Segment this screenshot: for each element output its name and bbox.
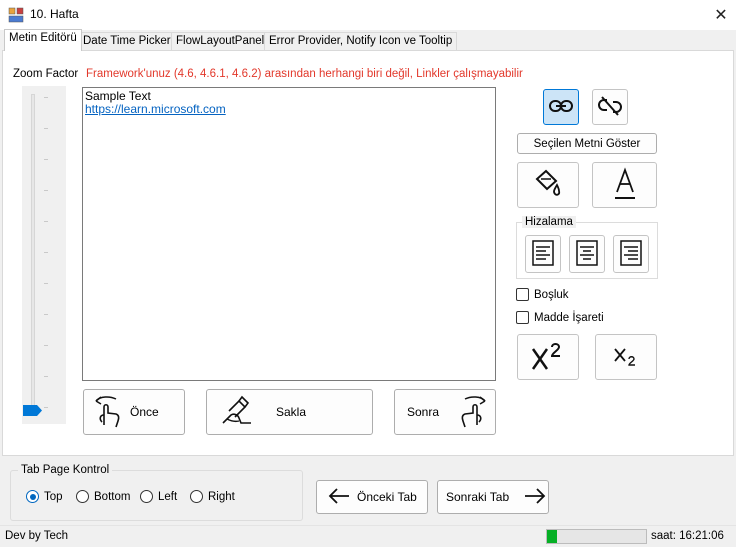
- tab-date-time-picker[interactable]: Date Time Picker: [78, 32, 176, 50]
- redo-button[interactable]: Sonra: [394, 389, 496, 435]
- framework-warning: Framework'unuz (4.6, 4.6.1, 4.6.2) arası…: [86, 68, 523, 80]
- align-left-icon: [531, 239, 555, 270]
- swipe-left-hand-icon: [92, 393, 124, 432]
- unlink-icon: [597, 95, 623, 120]
- paint-bucket-icon: [531, 167, 565, 204]
- font-color-button[interactable]: [592, 162, 657, 208]
- radio-right-label: Right: [208, 490, 235, 503]
- next-tab-label: Sonraki Tab: [446, 490, 510, 504]
- background-color-button[interactable]: [517, 162, 579, 208]
- spacing-label: Boşluk: [534, 288, 569, 301]
- radio-top-indicator[interactable]: [26, 490, 39, 503]
- radio-left-label: Left: [158, 490, 178, 503]
- arrow-right-icon: [523, 487, 547, 508]
- zoom-factor-label: Zoom Factor: [13, 68, 79, 80]
- link-icon: [548, 98, 574, 117]
- status-progress-bar: [546, 529, 647, 544]
- tab-error-provider[interactable]: Error Provider, Notify Icon ve Tooltip: [264, 32, 458, 50]
- slider-tick: [44, 376, 48, 377]
- align-center-icon: [575, 239, 599, 270]
- slider-tick: [44, 190, 48, 191]
- slider-tick: [44, 314, 48, 315]
- redo-label: Sonra: [407, 405, 440, 419]
- radio-right[interactable]: Right: [190, 490, 235, 503]
- radio-left[interactable]: Left: [140, 490, 177, 503]
- radio-right-indicator[interactable]: [190, 490, 203, 503]
- tab-page-control-title: Tab Page Kontrol: [18, 464, 113, 476]
- radio-left-indicator[interactable]: [140, 490, 153, 503]
- arrow-left-icon: [327, 487, 351, 508]
- close-button[interactable]: ✕: [706, 0, 736, 30]
- tab-label: Error Provider, Notify Icon ve Tooltip: [269, 35, 453, 47]
- sign-hand-icon: [219, 393, 255, 432]
- rich-text-link[interactable]: https://learn.microsoft.com: [85, 103, 493, 116]
- save-button[interactable]: Sakla: [206, 389, 373, 435]
- slider-tick: [44, 128, 48, 129]
- tab-label: Metin Editörü: [9, 32, 77, 44]
- tab-label: FlowLayoutPanel: [176, 35, 265, 47]
- radio-bottom-indicator[interactable]: [76, 490, 89, 503]
- radio-bottom[interactable]: Bottom: [76, 490, 130, 503]
- slider-tick: [44, 252, 48, 253]
- bullet-checkbox[interactable]: [516, 311, 529, 324]
- show-selected-text-label: Seçilen Metni Göster: [533, 137, 641, 150]
- close-icon: ✕: [714, 7, 728, 24]
- slider-tick: [44, 283, 48, 284]
- status-progress-fill: [547, 530, 557, 543]
- spacing-checkbox[interactable]: [516, 288, 529, 301]
- zoom-slider-track[interactable]: [31, 94, 35, 414]
- tab-label: Date Time Picker: [83, 35, 171, 47]
- window-title: 10. Hafta: [30, 7, 79, 21]
- save-label: Sakla: [276, 405, 307, 419]
- slider-tick: [44, 407, 48, 408]
- align-right-button[interactable]: [613, 235, 649, 273]
- bullet-label: Madde İşareti: [534, 311, 604, 324]
- superscript-button[interactable]: [517, 334, 579, 380]
- subscript-button[interactable]: [595, 334, 657, 380]
- radio-top[interactable]: Top: [26, 490, 63, 503]
- zoom-slider-thumb[interactable]: [23, 405, 42, 416]
- align-center-button[interactable]: [569, 235, 605, 273]
- previous-tab-label: Önceki Tab: [357, 490, 417, 504]
- undo-label: Önce: [130, 405, 159, 419]
- status-time: saat: 16:21:06: [651, 530, 724, 542]
- slider-tick: [44, 345, 48, 346]
- title-bar: [0, 0, 736, 30]
- app-icon: [8, 7, 24, 23]
- remove-link-button[interactable]: [592, 89, 628, 125]
- slider-tick: [44, 97, 48, 98]
- superscript-icon: [528, 339, 568, 376]
- spacing-checkbox-row[interactable]: Boşluk: [516, 288, 569, 301]
- next-tab-button[interactable]: Sonraki Tab: [437, 480, 549, 514]
- previous-tab-button[interactable]: Önceki Tab: [316, 480, 428, 514]
- status-left-text: Dev by Tech: [5, 530, 69, 542]
- rich-text-box[interactable]: Sample Text https://learn.microsoft.com: [82, 87, 496, 381]
- undo-button[interactable]: Önce: [83, 389, 185, 435]
- bullet-checkbox-row[interactable]: Madde İşareti: [516, 311, 604, 324]
- tab-flowlayoutpanel[interactable]: FlowLayoutPanel: [171, 32, 270, 50]
- subscript-icon: [611, 343, 641, 372]
- swipe-right-hand-icon: [457, 393, 489, 432]
- show-selected-text-button[interactable]: Seçilen Metni Göster: [517, 133, 657, 154]
- alignment-group-title: Hizalama: [522, 216, 576, 228]
- tab-metin-editoru[interactable]: Metin Editörü: [4, 29, 82, 51]
- radio-bottom-label: Bottom: [94, 490, 131, 503]
- radio-top-label: Top: [44, 490, 63, 503]
- slider-tick: [44, 221, 48, 222]
- zoom-slider[interactable]: [22, 86, 66, 424]
- font-color-icon: [610, 166, 640, 205]
- slider-tick: [44, 159, 48, 160]
- insert-link-button[interactable]: [543, 89, 579, 125]
- align-left-button[interactable]: [525, 235, 561, 273]
- align-right-icon: [619, 239, 643, 270]
